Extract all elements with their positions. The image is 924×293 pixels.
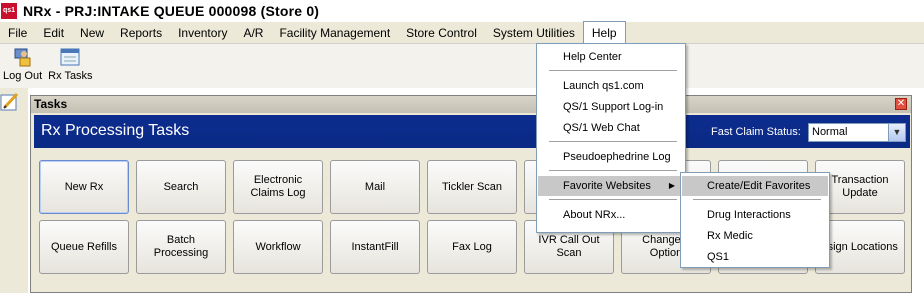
favorite-websites-item[interactable]: Favorite Websites ▶ (538, 176, 684, 196)
mail-button[interactable]: Mail (330, 160, 420, 214)
fax-log-label: Fax Log (452, 240, 492, 253)
toolbar: Log Out Rx Tasks (0, 44, 924, 88)
menu-separator (693, 199, 821, 200)
new-rx-button[interactable]: New Rx (39, 160, 129, 214)
title-bar: qs1 NRx - PRJ:INTAKE QUEUE 000098 (Store… (0, 0, 924, 22)
workflow-label: Workflow (255, 240, 301, 253)
menu-system-utilities[interactable]: System Utilities (485, 22, 583, 44)
fax-log-button[interactable]: Fax Log (427, 220, 517, 274)
rx-tasks-button[interactable]: Rx Tasks (45, 44, 95, 82)
left-sidebar (0, 88, 28, 293)
menu-separator (549, 141, 677, 142)
menu-file[interactable]: File (0, 22, 35, 44)
tasks-caption-label: Tasks (34, 97, 68, 111)
workflow-button[interactable]: Workflow (233, 220, 323, 274)
help-center-item[interactable]: Help Center (538, 47, 684, 67)
menu-bar: File Edit New Reports Inventory A/R Faci… (0, 21, 924, 44)
menu-ar[interactable]: A/R (235, 22, 271, 44)
rx-tasks-icon (60, 48, 80, 66)
logout-button[interactable]: Log Out (0, 44, 45, 82)
ivr-call-out-scan-label: IVR Call Out Scan (538, 234, 600, 259)
queue-refills-label: Queue Refills (50, 240, 118, 253)
favorite-websites-label: Favorite Websites (563, 180, 651, 192)
fast-claim-status-value: Normal (812, 126, 848, 138)
queue-refills-button[interactable]: Queue Refills (39, 220, 129, 274)
menu-reports[interactable]: Reports (112, 22, 170, 44)
transaction-update-label: Transaction Update (831, 174, 889, 199)
launch-qs1-item[interactable]: Launch qs1.com (538, 76, 684, 96)
about-nrx-item[interactable]: About NRx... (538, 205, 684, 225)
pseudoephedrine-log-item[interactable]: Pseudoephedrine Log (538, 147, 684, 167)
edit-pencil-icon[interactable] (0, 92, 20, 112)
chevron-down-icon[interactable]: ▼ (888, 124, 905, 141)
close-icon[interactable]: ✕ (895, 98, 907, 110)
logout-label: Log Out (3, 70, 43, 82)
help-dropdown-menu: Help Center Launch qs1.com QS/1 Support … (536, 43, 686, 233)
qs1-web-chat-item[interactable]: QS/1 Web Chat (538, 118, 684, 138)
logout-icon (14, 48, 31, 67)
tickler-scan-button[interactable]: Tickler Scan (427, 160, 517, 214)
qs1-support-login-item[interactable]: QS/1 Support Log-in (538, 97, 684, 117)
menu-new[interactable]: New (72, 22, 112, 44)
fast-claim-status-label: Fast Claim Status: (711, 126, 801, 138)
qs1-item[interactable]: QS1 (682, 247, 828, 267)
rx-medic-item[interactable]: Rx Medic (682, 226, 828, 246)
menu-separator (549, 199, 677, 200)
search-label: Search (163, 180, 199, 193)
tasks-header: Rx Processing Tasks Fast Claim Status: N… (34, 115, 910, 148)
tasks-header-title: Rx Processing Tasks (41, 122, 190, 139)
menu-inventory[interactable]: Inventory (170, 22, 235, 44)
menu-edit[interactable]: Edit (35, 22, 72, 44)
drug-interactions-item[interactable]: Drug Interactions (682, 205, 828, 225)
menu-help[interactable]: Help (582, 21, 626, 44)
create-edit-favorites-item[interactable]: Create/Edit Favorites (682, 176, 828, 196)
tasks-caption: Tasks ✕ (31, 96, 911, 113)
menu-facility-management[interactable]: Facility Management (271, 22, 398, 44)
batch-processing-label: Batch Processing (153, 234, 209, 259)
search-button[interactable]: Search (136, 160, 226, 214)
submenu-arrow-icon: ▶ (668, 181, 675, 190)
favorites-submenu: Create/Edit Favorites Drug Interactions … (680, 172, 830, 268)
fast-claim-status-select[interactable]: Normal ▼ (808, 123, 906, 142)
app-logo-icon: qs1 (1, 3, 17, 19)
window-title: NRx - PRJ:INTAKE QUEUE 000098 (Store 0) (23, 3, 320, 19)
rx-tasks-label: Rx Tasks (48, 70, 93, 82)
electronic-claims-log-button[interactable]: Electronic Claims Log (233, 160, 323, 214)
menu-separator (549, 70, 677, 71)
electronic-claims-log-label: Electronic Claims Log (250, 174, 306, 199)
tickler-scan-label: Tickler Scan (441, 180, 503, 193)
batch-processing-button[interactable]: Batch Processing (136, 220, 226, 274)
new-rx-label: New Rx (64, 180, 104, 193)
mail-label: Mail (364, 180, 386, 193)
assign-locations-label: ssign Locations (822, 240, 898, 253)
menu-separator (549, 170, 677, 171)
instantfill-button[interactable]: InstantFill (330, 220, 420, 274)
menu-store-control[interactable]: Store Control (398, 22, 485, 44)
instantfill-label: InstantFill (351, 240, 399, 253)
